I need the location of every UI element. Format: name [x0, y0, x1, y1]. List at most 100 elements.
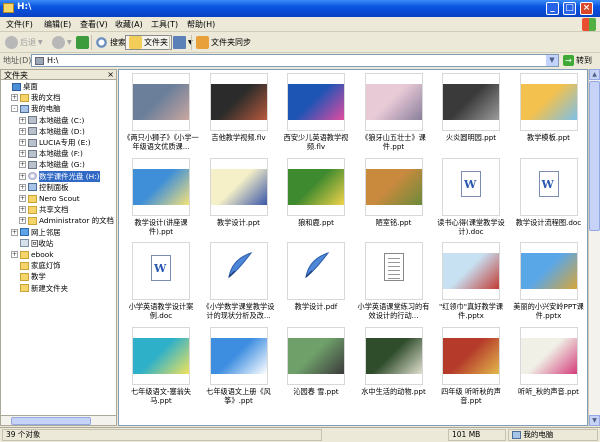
tree-item[interactable]: + 本地磁盘 (F:) [19, 148, 83, 159]
menu-help[interactable]: 帮助(H) [187, 19, 215, 30]
tree-item[interactable]: 桌面 [3, 81, 38, 92]
tree-item[interactable]: + Administrator 的文档 [19, 215, 114, 226]
file-item[interactable]: 教学设计.pdf [278, 238, 354, 320]
tree-item[interactable]: + Nero Scout [19, 193, 80, 204]
scrollbar-thumb[interactable] [11, 417, 91, 425]
tree-item[interactable]: + 本地磁盘 (G:) [19, 159, 85, 170]
views-button[interactable]: ▼ [173, 35, 193, 50]
go-button[interactable]: → 转到 [563, 55, 592, 66]
expand-icon[interactable]: + [19, 139, 26, 146]
menu-edit[interactable]: 编辑(E) [44, 19, 71, 30]
file-item[interactable]: 美丽的小兴安岭PPT课件.pptx [511, 238, 587, 320]
scroll-up-icon[interactable]: ▲ [589, 69, 600, 80]
tree-item[interactable]: 回收站 [11, 238, 53, 249]
menu-favorites[interactable]: 收藏(A) [115, 19, 143, 30]
back-label: 后退 [20, 38, 36, 47]
thumbnail-image [210, 337, 267, 374]
expand-icon[interactable]: + [19, 127, 26, 135]
file-item[interactable]: 教学设计(讲座课件).ppt [123, 154, 199, 236]
expand-icon[interactable]: + [19, 116, 26, 124]
folder-tree[interactable]: 桌面 + 我的文档 - 我的电脑 + 本地磁盘 (C:) + 本地磁盘 (D:) + LUCIA专用… [0, 80, 117, 426]
expand-icon[interactable]: + [19, 150, 26, 158]
scrollbar-thumb[interactable] [589, 81, 600, 231]
expand-icon[interactable]: + [11, 228, 18, 236]
folder-sync-button[interactable]: 文件夹同步 [196, 35, 251, 50]
collapse-icon[interactable]: - [11, 105, 18, 113]
thumbnail-image [133, 168, 189, 205]
tree-item-label: 网上邻居 [31, 227, 61, 237]
tree-item[interactable]: + LUCIA专用 (E:) [19, 137, 91, 148]
up-button[interactable] [76, 35, 91, 50]
maximize-button[interactable]: □ [563, 2, 576, 15]
tree-item[interactable]: + 数学课件光盘 (H:) [19, 170, 100, 182]
file-item[interactable]: 小学英语教学设计案例.doc [123, 238, 199, 320]
file-item[interactable]: 四年级 听听秋的声音.ppt [433, 323, 509, 405]
file-item[interactable]: 沁园春 雪.ppt [278, 323, 354, 405]
tree-item[interactable]: 家庭灯饰 [11, 260, 61, 271]
tree-item[interactable]: 新建文件夹 [11, 283, 68, 294]
file-item[interactable]: "红领巾"真好教学课件.pptx [433, 238, 509, 320]
file-item[interactable]: 教学模板.ppt [511, 70, 587, 151]
address-dropdown-icon[interactable]: ▼ [546, 55, 558, 66]
thumbnail-image [288, 168, 344, 205]
thumbnail-image [210, 168, 267, 205]
file-view[interactable]: 《两只小狮子》《小学一年级语文优质课... 吉他教学视频.flv 西安少儿英语教学视… [118, 69, 588, 426]
forward-button[interactable]: ▼ [52, 35, 72, 50]
forward-arrow-icon [52, 36, 65, 49]
scroll-down-icon[interactable]: ▼ [589, 415, 600, 426]
tree-item[interactable]: + 本地磁盘 (C:) [19, 115, 84, 126]
pdf-document-icon [302, 251, 330, 281]
back-button[interactable]: 后退 ▼ [5, 35, 43, 50]
expand-icon[interactable]: + [11, 94, 18, 102]
file-item[interactable]: 教学设计.ppt [201, 154, 277, 236]
tree-item[interactable]: - 我的电脑 [11, 103, 61, 114]
file-item[interactable]: 七年级语文上册《风筝》.ppt [201, 323, 277, 405]
menu-view[interactable]: 查看(V) [80, 19, 108, 30]
file-item[interactable]: 七年级语文-塞翁失马.ppt [123, 323, 199, 405]
expand-icon[interactable]: + [19, 206, 26, 214]
tree-item[interactable]: + 我的文档 [11, 92, 61, 103]
file-name: 教学设计.pdf [294, 302, 338, 311]
close-button[interactable]: × [580, 2, 593, 15]
file-item[interactable]: 读书心得(课堂教学设计).doc [433, 154, 509, 236]
word-document-icon [538, 170, 559, 197]
file-item[interactable]: 吉他教学视频.flv [201, 70, 277, 151]
expand-icon[interactable]: + [19, 172, 26, 180]
tree-horizontal-scrollbar[interactable] [0, 415, 117, 426]
tree-item[interactable]: + 网上邻居 [11, 227, 61, 238]
expand-icon[interactable]: + [19, 183, 26, 191]
search-button[interactable]: 搜索 [95, 35, 126, 50]
folders-button[interactable]: 文件夹 [125, 35, 172, 50]
tree-item-label: LUCIA专用 (E:) [39, 138, 91, 147]
file-item[interactable]: 小学英语课堂练习的有效设计的行动... [356, 238, 432, 320]
address-input[interactable]: H:\ ▼ [31, 54, 559, 67]
tree-item[interactable]: 教学 [11, 271, 46, 282]
file-item[interactable]: 《狼牙山五壮士》课件.ppt [356, 70, 432, 151]
file-item[interactable]: 听听_秋的声音.ppt [511, 323, 587, 405]
file-item[interactable]: 《两只小狮子》《小学一年级语文优质课... [123, 70, 199, 151]
file-item[interactable]: 西安少儿英语教学视频.flv [278, 70, 354, 151]
file-item[interactable]: 狼和鹿.ppt [278, 154, 354, 236]
menu-file[interactable]: 文件(F) [6, 19, 33, 30]
expand-icon[interactable]: + [11, 251, 18, 258]
expand-icon[interactable]: + [19, 217, 26, 225]
expand-icon[interactable]: + [19, 195, 26, 202]
tree-item-label: 本地磁盘 (C:) [39, 115, 85, 125]
file-item[interactable]: 教学设计流程图.doc [511, 154, 587, 236]
file-item[interactable]: 《小学数学课堂教学设计的现状分析及改... [201, 238, 277, 320]
file-item[interactable]: 水中生活的动物.ppt [356, 323, 432, 405]
tree-item-label: 我的电脑 [31, 104, 61, 114]
vertical-scrollbar[interactable]: ▲ ▼ [588, 69, 600, 426]
drive-icon [28, 116, 37, 125]
file-item[interactable]: 陋室铭.ppt [356, 154, 432, 236]
menu-tools[interactable]: 工具(T) [151, 19, 178, 30]
tree-item[interactable]: + 控制面板 [19, 182, 69, 193]
tree-item[interactable]: + 共享文档 [19, 204, 69, 215]
minimize-button[interactable]: _ [546, 2, 559, 15]
tree-item[interactable]: + ebook [11, 249, 54, 260]
file-item[interactable]: 火炎圆明园.ppt [433, 70, 509, 151]
file-name: 教学设计流程图.doc [515, 217, 582, 227]
tree-item[interactable]: + 本地磁盘 (D:) [19, 126, 85, 137]
close-icon[interactable]: × [107, 70, 114, 79]
expand-icon[interactable]: + [19, 161, 26, 169]
